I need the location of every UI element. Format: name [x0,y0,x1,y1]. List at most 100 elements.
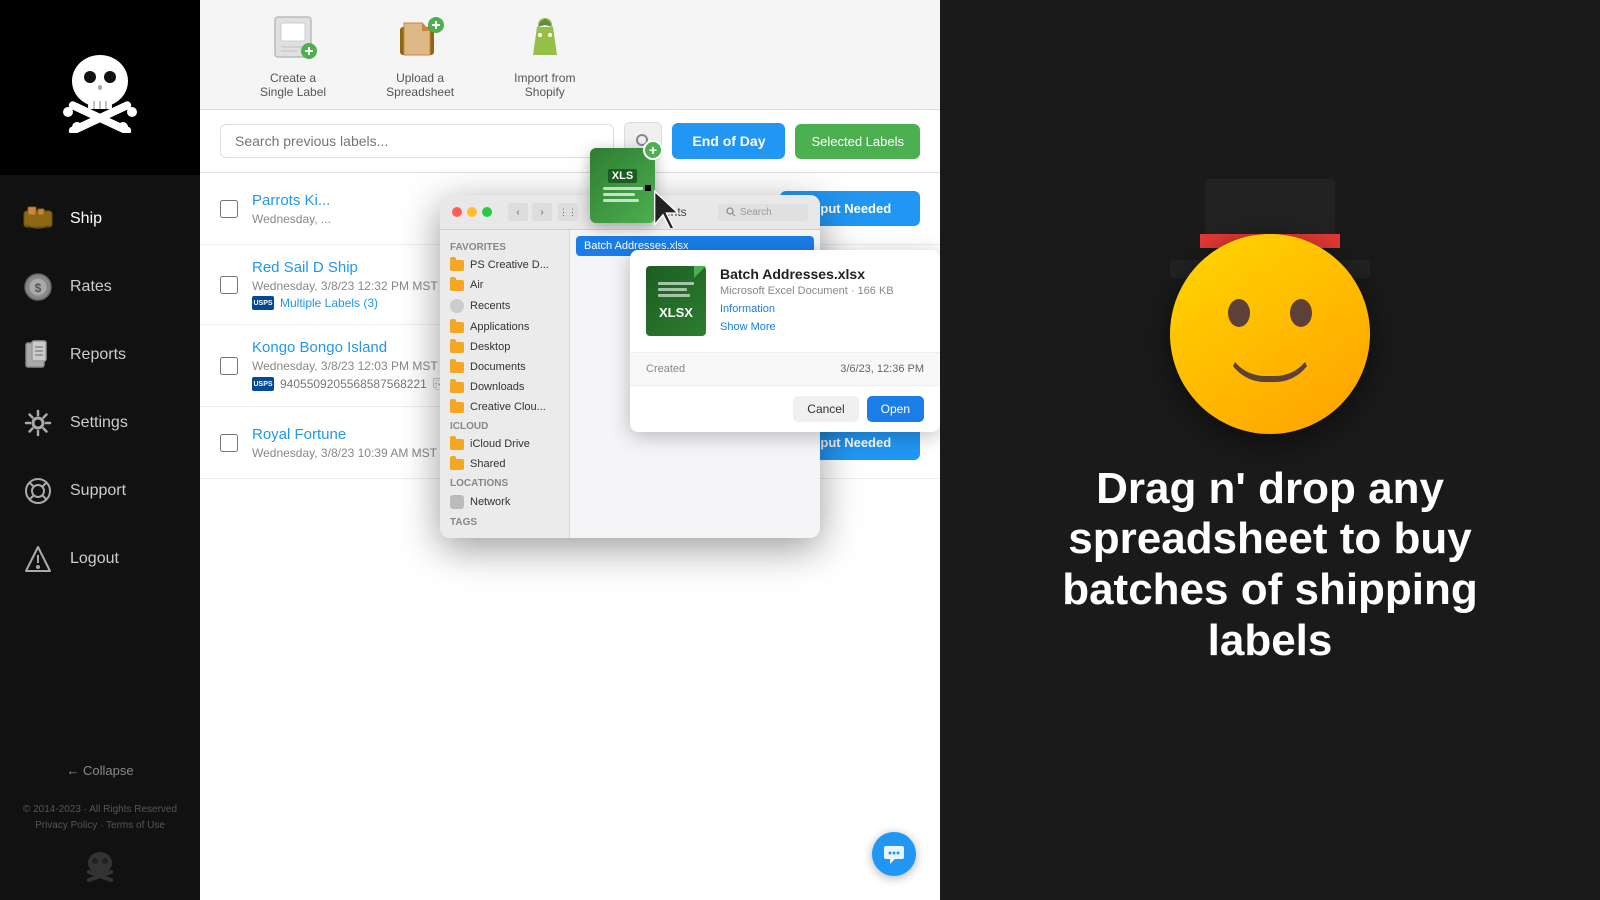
icloud-label: iCloud [440,417,569,434]
folder-icon [450,459,464,470]
end-of-day-button[interactable]: End of Day [672,123,785,159]
file-detail-top: XLSX Batch Addresses.xlsx Microsoft Exce… [630,250,940,352]
import-shopify-label: Import from Shopify [514,71,575,99]
mouse-cursor [645,185,651,191]
show-more-link[interactable]: Information [720,303,924,315]
xlsx-file-icon: XLSX [646,266,706,336]
recents-icon [450,299,464,313]
search-input[interactable] [220,124,614,158]
chat-bubble-button[interactable] [872,832,916,876]
fp-item-network[interactable]: Network [440,491,569,513]
sidebar-item-logout[interactable]: Logout [0,525,200,593]
show-more-toggle[interactable]: Show More [720,321,924,333]
fp-item-creative-cloud[interactable]: Creative Clou... [440,397,569,417]
skull-svg [55,43,145,133]
upload-spreadsheet-button[interactable]: Upload a Spreadsheet [356,0,484,113]
action-bar: Create a Single Label Upload a Spreadshe… [200,0,940,110]
folder-icon [450,260,464,271]
file-info: Batch Addresses.xlsx Microsoft Excel Doc… [720,266,924,333]
file-picker-search[interactable]: Search [718,204,808,221]
right-eye [1290,299,1312,327]
fp-item-ps-creative[interactable]: PS Creative D... [440,255,569,275]
sidebar-label-reports: Reports [70,346,126,364]
usps-icon: USPS [252,377,274,391]
row-checkbox[interactable] [220,434,238,452]
fp-item-applications[interactable]: Applications [440,317,569,337]
row-checkbox[interactable] [220,200,238,218]
reports-icon [20,337,56,373]
sidebar-label-support: Support [70,482,126,500]
sidebar-label-settings: Settings [70,414,128,432]
folder-icon [450,382,464,393]
tags-label: Tags [440,513,569,530]
close-dot[interactable] [452,207,462,217]
xlsx-label: XLSX [659,305,693,320]
plus-icon: + [643,140,663,160]
svg-text:$: $ [35,281,42,295]
locations-label: Locations [440,474,569,491]
fp-item-shared[interactable]: Shared [440,454,569,474]
usps-icon: USPS [252,296,274,310]
file-meta: Microsoft Excel Document · 166 KB [720,285,924,297]
xls-lines [603,187,643,202]
logo-area [0,0,200,175]
favorites-label: Favorites [440,238,569,255]
import-shopify-icon [519,11,571,63]
sidebar-item-support[interactable]: Support [0,457,200,525]
collapse-button[interactable]: ← Collapse [46,753,153,788]
row-checkbox[interactable] [220,357,238,375]
xls-line [603,193,635,196]
sidebar-label-logout: Logout [70,550,119,568]
create-single-label: Create a Single Label [260,71,326,99]
nav-buttons: ‹ › ⋮⋮ [508,203,578,221]
sidebar-item-ship[interactable]: Ship [0,185,200,253]
copyright-text: © 2014-2023 · All Rights Reserved Privac… [17,796,183,840]
created-row: Created 3/6/23, 12:36 PM [646,361,924,377]
upload-spreadsheet-icon [394,11,446,63]
fp-item-downloads[interactable]: Downloads [440,377,569,397]
xls-line [603,199,639,202]
smiley-smile [1225,342,1315,382]
fp-item-desktop[interactable]: Desktop [440,337,569,357]
fp-item-recents[interactable]: Recents [440,295,569,317]
network-icon [450,495,464,509]
sidebar-label-ship: Ship [70,210,102,228]
left-eye [1228,299,1250,327]
smiley-container [1170,234,1370,434]
multi-label: Multiple Labels (3) [280,296,378,310]
fp-item-air[interactable]: Air [440,275,569,295]
right-panel: Drag n' drop any spreadsheet to buy batc… [940,0,1600,900]
maximize-dot[interactable] [482,207,492,217]
window-controls [452,207,492,217]
selected-labels-button[interactable]: Selected Labels [795,124,920,159]
file-picker-sidebar: Favorites PS Creative D... Air Recents A… [440,230,570,538]
create-single-label-button[interactable]: Create a Single Label [230,0,356,113]
main-content: Create a Single Label Upload a Spreadshe… [200,0,940,900]
import-shopify-button[interactable]: Import from Shopify [484,0,605,113]
sidebar-item-reports[interactable]: Reports [0,321,200,389]
file-detail-popup: XLSX Batch Addresses.xlsx Microsoft Exce… [630,250,940,432]
smiley-face [1170,234,1370,434]
promo-title: Drag n' drop any spreadsheet to buy batc… [1040,464,1500,666]
fp-item-documents[interactable]: Documents [440,357,569,377]
cancel-button[interactable]: Cancel [793,396,858,422]
row-checkbox[interactable] [220,276,238,294]
view-button[interactable]: ⋮⋮ [558,203,578,221]
sidebar: Ship $ Rates [0,0,200,900]
minimize-dot[interactable] [467,207,477,217]
fp-item-icloud-drive[interactable]: iCloud Drive [440,434,569,454]
sidebar-item-rates[interactable]: $ Rates [0,253,200,321]
upload-spreadsheet-label: Upload a Spreadsheet [386,71,454,99]
folder-icon [450,280,464,291]
skull-logo [55,43,145,133]
forward-button[interactable]: › [532,203,552,221]
xls-line [603,187,643,190]
folder-icon [450,402,464,413]
rates-icon: $ [20,269,56,305]
logout-icon [20,541,56,577]
sidebar-item-settings[interactable]: Settings [0,389,200,457]
xlsx-lines [658,282,694,297]
created-label: Created [646,363,685,375]
open-button[interactable]: Open [867,396,924,422]
back-button[interactable]: ‹ [508,203,528,221]
